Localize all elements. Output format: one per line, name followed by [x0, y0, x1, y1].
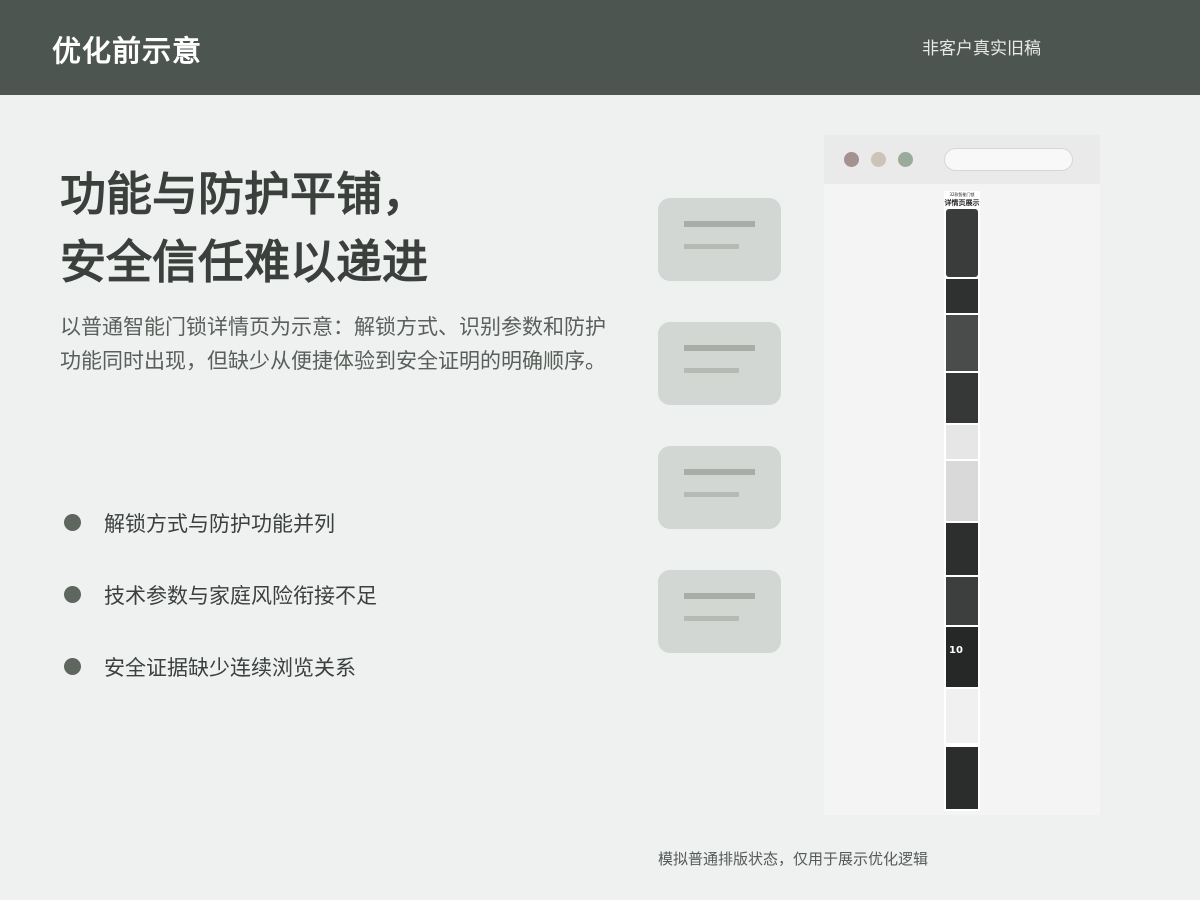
- address-bar[interactable]: [944, 148, 1073, 171]
- card-line: [684, 469, 755, 475]
- headline: 功能与防护平铺， 安全信任难以递进: [60, 160, 620, 296]
- header-note: 非客户真实旧稿: [922, 39, 1041, 59]
- footnote: 模拟普通排版状态，仅用于展示优化逻辑: [658, 850, 929, 868]
- card-line: [684, 244, 739, 249]
- page-title: 优化前示意: [52, 34, 203, 68]
- bullet-item: 安全证据缺少连续浏览关系: [64, 644, 544, 688]
- headline-line-2: 安全信任难以递进: [60, 235, 428, 289]
- preview-section: [946, 315, 978, 371]
- preview-section: [946, 523, 978, 575]
- bullet-text: 技术参数与家庭风险衔接不足: [104, 584, 377, 608]
- window-dot-icon: [871, 152, 886, 167]
- preview-section: [946, 373, 978, 423]
- bullet-dot-icon: [64, 586, 81, 603]
- preview-section: [946, 461, 978, 521]
- description: 以普通智能门锁详情页为示意：解锁方式、识别参数和防护功能同时出现，但缺少从便捷体…: [60, 315, 606, 373]
- preview-section: [946, 577, 978, 625]
- preview-section: [946, 279, 978, 313]
- bullet-text: 解锁方式与防护功能并列: [104, 512, 335, 536]
- window-dot-icon: [898, 152, 913, 167]
- card-line: [684, 345, 755, 351]
- browser-mockup: 32款智能门锁 详情页展示 10: [824, 135, 1100, 815]
- placeholder-card: [658, 322, 781, 405]
- preview-section: [946, 689, 978, 743]
- bullet-item: 技术参数与家庭风险衔接不足: [64, 572, 544, 616]
- card-line: [684, 492, 739, 497]
- card-line: [684, 368, 739, 373]
- preview-section: 10: [946, 627, 978, 687]
- detail-page-preview: 32款智能门锁 详情页展示 10: [944, 191, 980, 811]
- preview-hero-image: [946, 209, 978, 277]
- headline-line-1: 功能与防护平铺，: [60, 167, 428, 221]
- window-dot-icon: [844, 152, 859, 167]
- placeholder-card: [658, 198, 781, 281]
- browser-toolbar: [824, 135, 1100, 184]
- card-line: [684, 221, 755, 227]
- bullet-dot-icon: [64, 514, 81, 531]
- card-line: [684, 616, 739, 621]
- preview-number: 10: [949, 645, 963, 656]
- preview-section: [946, 747, 978, 809]
- bullet-item: 解锁方式与防护功能并列: [64, 500, 544, 544]
- card-line: [684, 593, 755, 599]
- placeholder-card: [658, 570, 781, 653]
- placeholder-card: [658, 446, 781, 529]
- bullet-text: 安全证据缺少连续浏览关系: [104, 656, 356, 680]
- bullet-dot-icon: [64, 658, 81, 675]
- preview-title: 详情页展示: [944, 199, 980, 207]
- header-bar: 优化前示意 非客户真实旧稿: [0, 0, 1200, 95]
- preview-section: [946, 425, 978, 459]
